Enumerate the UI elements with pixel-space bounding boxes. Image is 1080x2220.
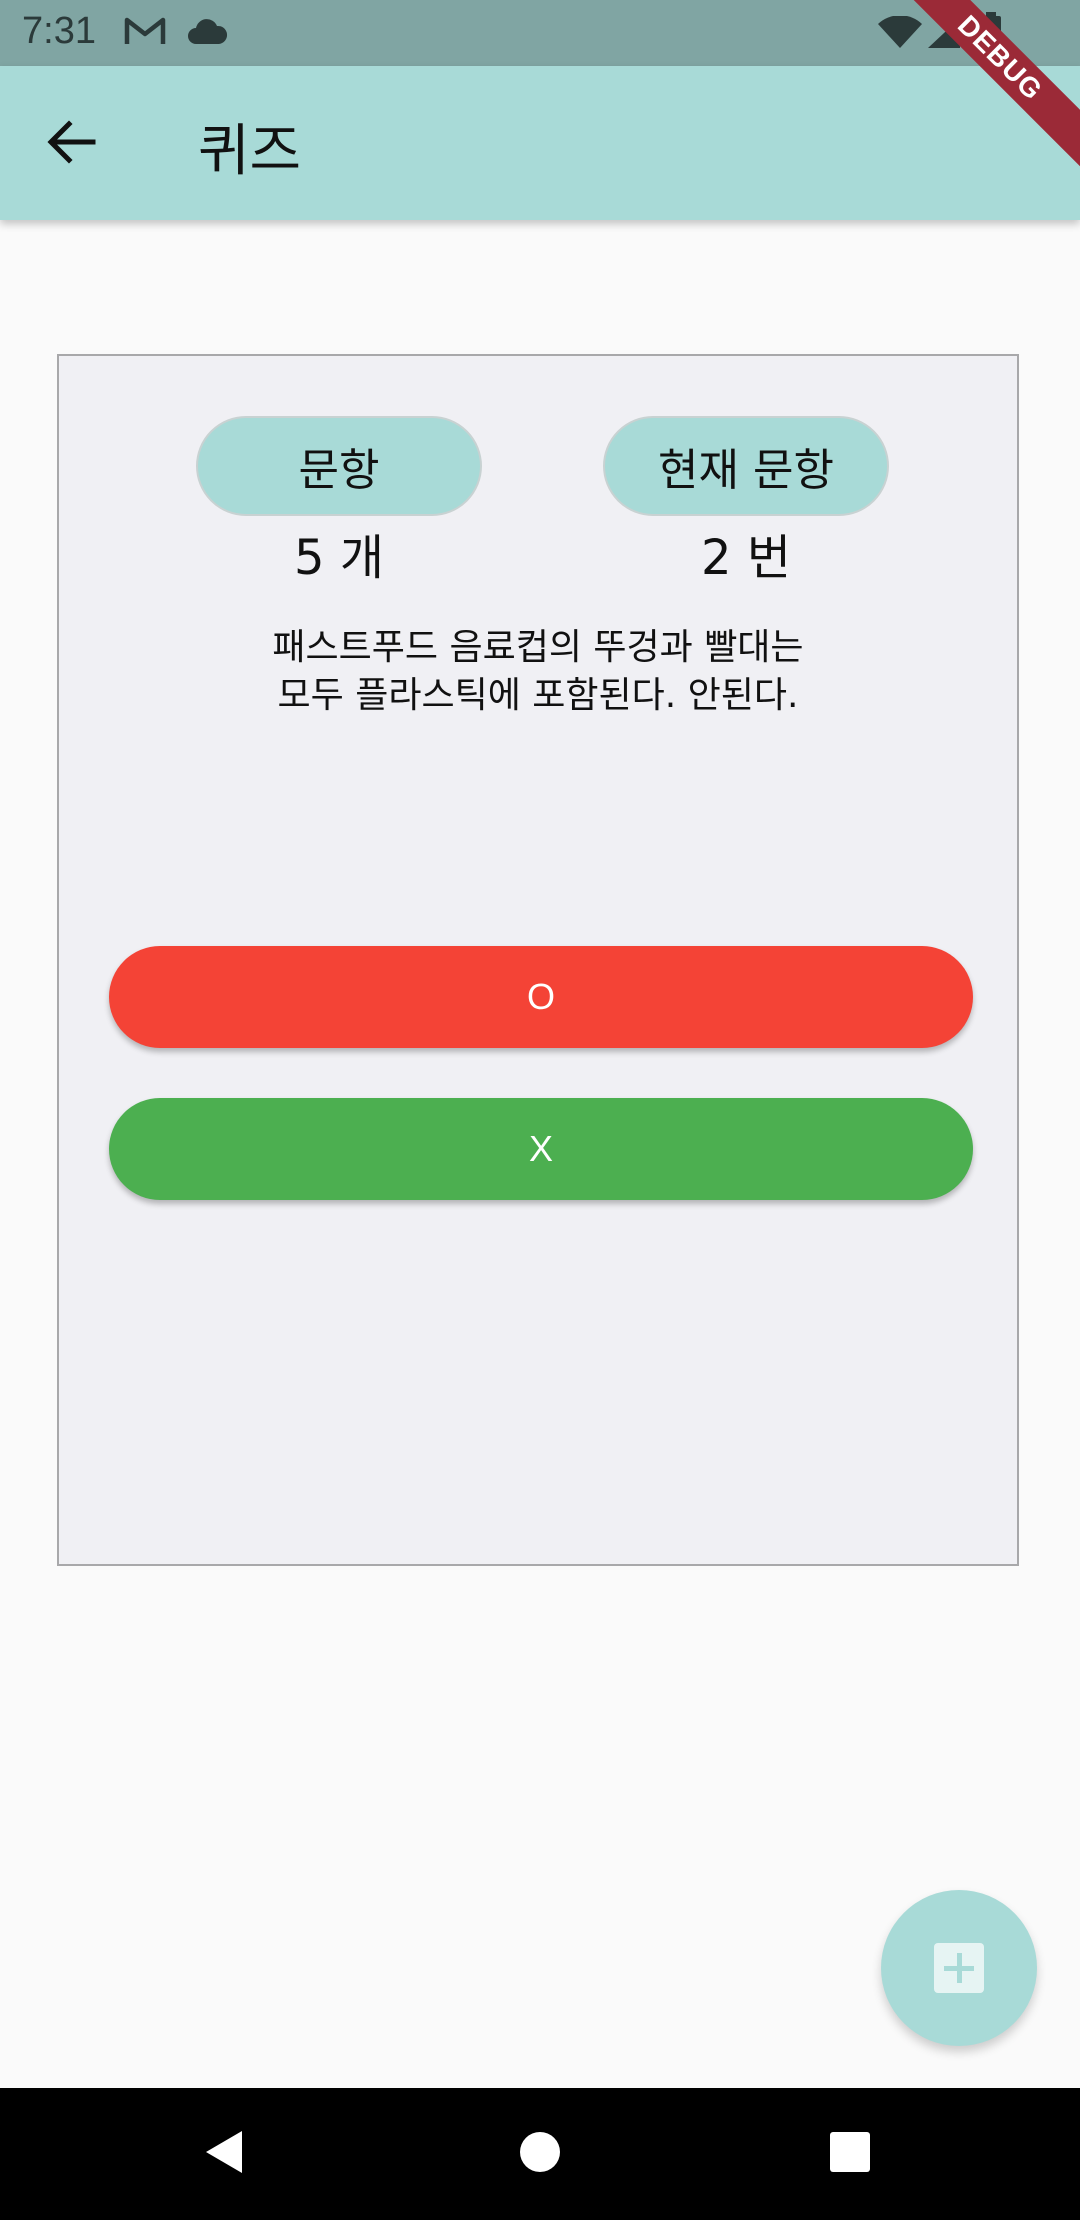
current-question-value: 2 번 (701, 530, 791, 586)
answer-o-label: O (526, 976, 555, 1017)
question-line: 모두 플라스틱에 포함된다. 안된다. (277, 675, 799, 716)
question-line: 패스트푸드 음료컵의 뚜겅과 빨대는 (272, 627, 804, 668)
wifi-icon (878, 15, 922, 54)
answer-x-label: X (528, 1128, 553, 1169)
arrow-back-icon (47, 120, 97, 168)
status-bar: 7:31 (0, 0, 1080, 66)
quiz-screen: 7:31 DEBUG 퀴즈 문항 현재 문항 5 개 2 번 패스트푸드 음료컵… (0, 0, 1080, 2220)
back-button[interactable] (36, 108, 108, 180)
nav-back-button[interactable] (188, 2118, 260, 2190)
cloud-icon (186, 18, 228, 50)
nav-back-icon (202, 2127, 246, 2181)
nav-home-icon (519, 2131, 561, 2177)
answer-o-button[interactable]: O (109, 946, 973, 1048)
nav-recents-icon (829, 2131, 871, 2177)
add-box-icon (934, 1943, 984, 1993)
quiz-card: 문항 현재 문항 5 개 2 번 패스트푸드 음료컵의 뚜겅과 빨대는 모두 플… (57, 354, 1019, 1566)
nav-home-button[interactable] (504, 2118, 576, 2190)
current-question-pill: 현재 문항 (603, 416, 889, 516)
system-nav-bar (0, 2088, 1080, 2220)
answer-x-button[interactable]: X (109, 1098, 973, 1200)
add-fab-button[interactable] (881, 1890, 1037, 2046)
question-count-pill: 문항 (196, 416, 482, 516)
status-time: 7:31 (22, 10, 96, 52)
question-count-value: 5 개 (294, 530, 384, 586)
question-text: 패스트푸드 음료컵의 뚜겅과 빨대는 모두 플라스틱에 포함된다. 안된다. (59, 624, 1017, 720)
nav-recents-button[interactable] (814, 2118, 886, 2190)
page-title: 퀴즈 (198, 119, 302, 184)
app-bar: 퀴즈 (0, 66, 1080, 220)
gmail-icon (124, 14, 166, 52)
